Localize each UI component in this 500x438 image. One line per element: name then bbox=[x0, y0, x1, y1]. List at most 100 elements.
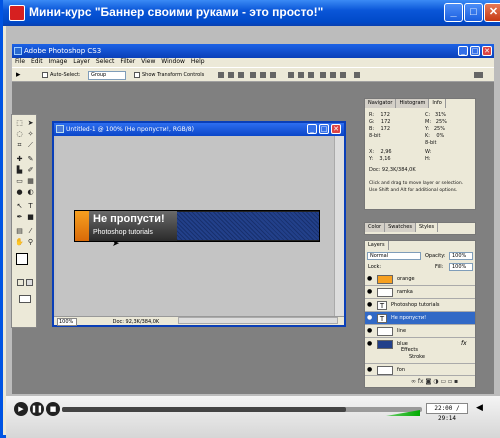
history-brush-tool-icon[interactable]: ✐ bbox=[26, 166, 35, 175]
slice-tool-icon[interactable]: ⟋ bbox=[26, 141, 35, 150]
auto-align-icon[interactable] bbox=[354, 72, 360, 78]
tab-navigator[interactable]: Navigator bbox=[365, 99, 397, 108]
pause-button[interactable]: ❚❚ bbox=[30, 402, 44, 416]
distribute-left-icon[interactable] bbox=[320, 72, 326, 78]
eyedropper-tool-icon[interactable]: ⁄ bbox=[26, 227, 35, 236]
lasso-tool-icon[interactable]: ◌ bbox=[15, 130, 24, 139]
align-middle-icon[interactable] bbox=[228, 72, 234, 78]
document-titlebar[interactable]: Untitled-1 @ 100% (Не пропусти!, RGB/8) … bbox=[54, 123, 344, 136]
align-left-icon[interactable] bbox=[250, 72, 256, 78]
eye-icon[interactable]: ● bbox=[367, 289, 373, 295]
play-button[interactable]: ▶ bbox=[14, 402, 28, 416]
marquee-tool-icon[interactable]: ⬚ bbox=[15, 119, 24, 128]
menu-layer[interactable]: Layer bbox=[73, 58, 90, 65]
menu-select[interactable]: Select bbox=[96, 58, 115, 65]
layer-row[interactable]: ● orange bbox=[365, 273, 475, 286]
fill-field[interactable]: 100% bbox=[449, 263, 473, 271]
align-top-icon[interactable] bbox=[218, 72, 224, 78]
path-select-tool-icon[interactable]: ↖ bbox=[15, 202, 24, 211]
doc-close-button[interactable]: ✕ bbox=[331, 124, 341, 134]
canvas[interactable]: Не пропусти! Photoshop tutorials bbox=[56, 136, 334, 316]
link-layers-icon[interactable]: ∞ bbox=[411, 378, 416, 385]
eye-icon[interactable]: ● bbox=[367, 341, 373, 347]
stop-button[interactable]: ■ bbox=[46, 402, 60, 416]
layer-row[interactable]: ● line bbox=[365, 325, 475, 338]
trash-icon[interactable]: ▪ bbox=[454, 378, 458, 385]
distribute-bottom-icon[interactable] bbox=[308, 72, 314, 78]
close-button[interactable]: ✕ bbox=[484, 3, 500, 22]
tab-layers[interactable]: Layers bbox=[365, 241, 389, 250]
blend-mode-dropdown[interactable]: Normal bbox=[367, 252, 421, 260]
progress-track[interactable] bbox=[62, 407, 422, 412]
screen-mode-icon[interactable] bbox=[19, 295, 31, 303]
align-bottom-icon[interactable] bbox=[238, 72, 244, 78]
tab-color[interactable]: Color bbox=[365, 223, 386, 232]
distribute-center-icon[interactable] bbox=[330, 72, 336, 78]
eye-icon[interactable]: ● bbox=[367, 315, 373, 321]
vertical-scrollbar[interactable] bbox=[334, 136, 344, 316]
move-tool-icon-2[interactable]: ➤ bbox=[26, 119, 35, 128]
hand-tool-icon[interactable]: ✋ bbox=[15, 238, 24, 247]
layer-row-selected[interactable]: ● T Не пропусти! bbox=[365, 312, 475, 325]
tab-info[interactable]: Info bbox=[429, 99, 446, 108]
crop-tool-icon[interactable]: ⌗ bbox=[15, 141, 24, 150]
tab-styles[interactable]: Styles bbox=[415, 223, 439, 232]
auto-select-checkbox[interactable] bbox=[42, 72, 48, 78]
fx-icon[interactable]: fx bbox=[461, 340, 467, 347]
doc-minimize-button[interactable]: _ bbox=[307, 124, 317, 134]
standard-mode-icon[interactable] bbox=[17, 279, 24, 286]
healing-tool-icon[interactable]: ✚ bbox=[15, 155, 24, 164]
bridge-icon[interactable] bbox=[474, 72, 483, 78]
minimize-button[interactable]: _ bbox=[444, 3, 463, 22]
tab-swatches[interactable]: Swatches bbox=[385, 223, 416, 232]
stamp-tool-icon[interactable]: ▙ bbox=[15, 166, 24, 175]
menu-view[interactable]: View bbox=[141, 58, 155, 65]
auto-select-dropdown[interactable]: Group bbox=[88, 71, 126, 80]
layer-row[interactable]: ● blue fx bbox=[365, 338, 475, 349]
foreground-color-swatch[interactable] bbox=[16, 253, 28, 265]
menu-file[interactable]: File bbox=[15, 58, 25, 65]
eye-icon[interactable]: ● bbox=[367, 276, 373, 282]
align-center-icon[interactable] bbox=[260, 72, 266, 78]
layer-row[interactable]: ● T Photoshop tutorials bbox=[365, 299, 475, 312]
distribute-middle-icon[interactable] bbox=[298, 72, 304, 78]
menu-image[interactable]: Image bbox=[49, 58, 68, 65]
pen-tool-icon[interactable]: ✒ bbox=[15, 213, 24, 222]
ps-minimize-button[interactable]: _ bbox=[458, 46, 468, 56]
new-layer-icon[interactable]: ▫ bbox=[448, 378, 452, 385]
show-transform-checkbox[interactable] bbox=[134, 72, 140, 78]
magic-wand-tool-icon[interactable]: ✧ bbox=[26, 130, 35, 139]
zoom-field[interactable]: 100% bbox=[57, 318, 77, 326]
menu-window[interactable]: Window bbox=[161, 58, 185, 65]
maximize-button[interactable]: □ bbox=[464, 3, 483, 22]
group-icon[interactable]: ▭ bbox=[440, 378, 446, 385]
mask-icon[interactable]: ◙ bbox=[426, 378, 432, 385]
layer-row[interactable]: ● fon bbox=[365, 363, 475, 376]
align-right-icon[interactable] bbox=[270, 72, 276, 78]
layer-row[interactable]: ● ramka bbox=[365, 286, 475, 299]
gradient-tool-icon[interactable]: ▦ bbox=[26, 177, 35, 186]
eye-icon[interactable]: ● bbox=[367, 328, 373, 334]
shape-tool-icon[interactable]: ■ bbox=[26, 213, 35, 222]
eye-icon[interactable]: ● bbox=[367, 302, 373, 308]
notes-tool-icon[interactable]: ▤ bbox=[15, 227, 24, 236]
horizontal-scrollbar[interactable] bbox=[178, 317, 338, 324]
dodge-tool-icon[interactable]: ◐ bbox=[26, 188, 35, 197]
menu-filter[interactable]: Filter bbox=[120, 58, 135, 65]
move-tool-icon[interactable]: ▸ bbox=[16, 70, 21, 80]
blur-tool-icon[interactable]: ● bbox=[15, 188, 24, 197]
distribute-right-icon[interactable] bbox=[340, 72, 346, 78]
quick-mask-icon[interactable] bbox=[26, 279, 33, 286]
eye-icon[interactable]: ● bbox=[367, 367, 373, 373]
eraser-tool-icon[interactable]: ▭ bbox=[15, 177, 24, 186]
menu-edit[interactable]: Edit bbox=[31, 58, 43, 65]
opacity-field[interactable]: 100% bbox=[449, 252, 473, 260]
ps-maximize-button[interactable]: □ bbox=[470, 46, 480, 56]
fx-footer-icon[interactable]: fx bbox=[418, 378, 424, 385]
ps-close-button[interactable]: ✕ bbox=[482, 46, 492, 56]
brush-tool-icon[interactable]: ✎ bbox=[26, 155, 35, 164]
window-titlebar[interactable]: Мини-курс "Баннер своими руками - это пр… bbox=[3, 0, 500, 26]
distribute-top-icon[interactable] bbox=[288, 72, 294, 78]
type-tool-icon[interactable]: T bbox=[26, 202, 35, 211]
tab-histogram[interactable]: Histogram bbox=[396, 99, 430, 108]
